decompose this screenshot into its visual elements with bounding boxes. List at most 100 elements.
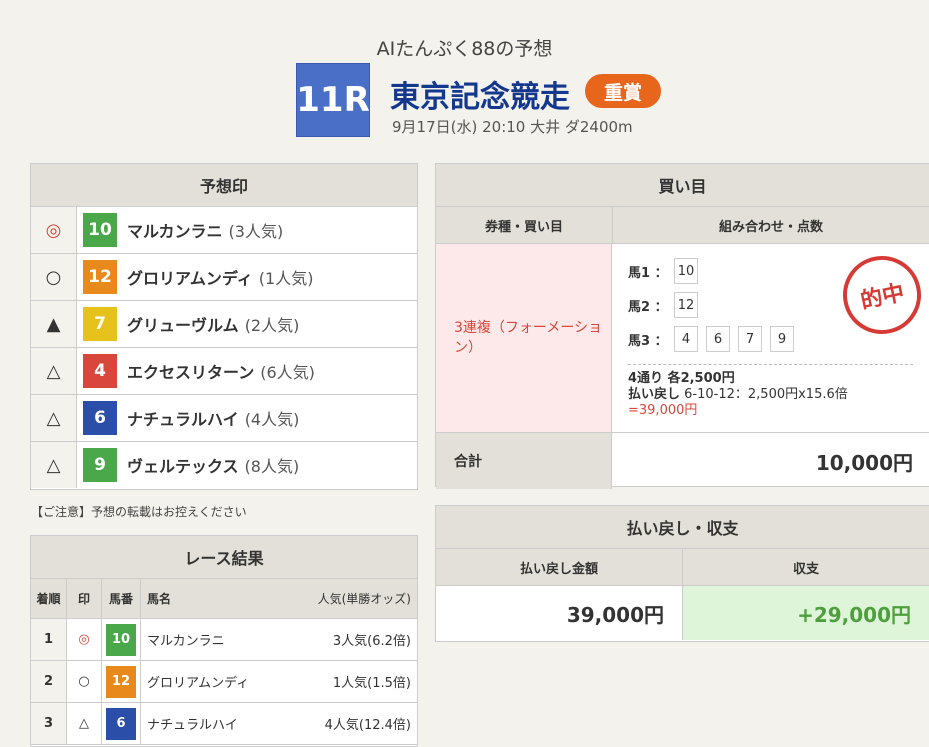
combo-number-box: 12 (674, 292, 698, 318)
combo-number-box: 9 (770, 326, 794, 352)
horse-number-badge: 7 (83, 307, 117, 341)
horse-popularity: (6人気) (260, 363, 315, 382)
horse-number-badge: 10 (83, 213, 117, 247)
result-num-cell: 6 (101, 702, 141, 745)
col-pop: 人気(単勝オッズ) (284, 579, 417, 619)
col-mark: 印 (66, 579, 102, 619)
payout-title: 払い戻し・収支 (436, 506, 929, 549)
result-popularity: 1人気(1.5倍) (284, 660, 417, 703)
payout-result: =39,000円 (628, 403, 698, 418)
payout-panel: 払い戻し・収支 払い戻し金額 収支 39,000円 +29,000円 (435, 505, 929, 642)
horse-name[interactable]: エクセスリターン (127, 359, 254, 383)
result-row: 1 ◎ 10 マルカンラニ 3人気(6.2倍) (31, 618, 417, 661)
result-horse-name[interactable]: ナチュラルハイ (140, 702, 285, 745)
bet-row: 3連複（フォーメーション） 馬1 ： 10 馬2 ： 12 馬3 ： 4679 … (436, 244, 929, 433)
horse-popularity: (1人気) (258, 269, 314, 288)
combo-number-box: 7 (738, 326, 762, 352)
horse-popularity: (3人気) (228, 222, 284, 241)
race-number-badge: 11R (296, 63, 370, 137)
result-rank: 2 (31, 660, 67, 703)
horse3-numbers: 4679 (674, 326, 802, 352)
col-name: 馬名 (140, 579, 285, 619)
prediction-row: △ 6 ナチュラルハイ (4人気) (31, 395, 417, 442)
notice-text: 【ご注意】予想の転載はお控えください (31, 505, 247, 519)
horse3-label: 馬3 ： (628, 333, 668, 349)
prediction-row: ○ 12 グロリアムンディ (1人気) (31, 254, 417, 301)
horse-number-badge: 12 (106, 665, 136, 698)
profit-header: 収支 (792, 561, 819, 577)
prediction-row: △ 9 ヴェルテックス (8人気) (31, 442, 417, 488)
result-rank: 3 (31, 702, 67, 745)
horse-name[interactable]: ヴェルテックス (127, 453, 239, 477)
result-row: 2 ○ 12 グロリアムンディ 1人気(1.5倍) (31, 660, 417, 703)
prediction-mark: △ (31, 442, 77, 488)
horse-name[interactable]: グリューヴルム (127, 312, 239, 336)
bet-combination: 馬1 ： 10 馬2 ： 12 馬3 ： 4679 4通り 各2,500円 払い… (612, 244, 929, 432)
result-mark: ◎ (66, 618, 102, 661)
payout-prefix: 払い戻し (628, 387, 681, 402)
combo-divider (628, 364, 913, 365)
prediction-mark: △ (31, 348, 77, 394)
results-title: レース結果 (31, 536, 417, 579)
prediction-mark: △ (31, 395, 77, 441)
bet-type-header: 券種・買い目 (436, 207, 613, 243)
prediction-row: ▲ 7 グリューヴルム (2人気) (31, 301, 417, 348)
horse1-label: 馬1 ： (628, 265, 668, 281)
horse-number-badge: 12 (83, 260, 117, 294)
payout-amount: 39,000円 (436, 586, 683, 640)
horse-name[interactable]: マルカンラニ (127, 218, 223, 242)
results-panel: レース結果 着順 印 馬番 馬名 人気(単勝オッズ) 1 ◎ 10 マルカンラニ 3人気… (30, 535, 418, 747)
prediction-mark: ◎ (31, 207, 77, 253)
bet-payout-line: 払い戻し 6-10-12：2,500円x15.6倍 (628, 387, 913, 403)
result-popularity: 3人気(6.2倍) (284, 618, 417, 661)
bet-total-row: 合計 10,000円 (436, 433, 929, 489)
col-num: 馬番 (101, 579, 141, 619)
prediction-title: 予想印 (31, 164, 417, 207)
horse-number-badge: 6 (106, 707, 136, 740)
predictor-title: AIたんぷく88の予想 (376, 38, 553, 60)
payout-detail: 6-10-12：2,500円x15.6倍 (684, 387, 848, 402)
bets-header: 券種・買い目 組み合わせ・点数 (436, 207, 929, 244)
grade-badge: 重賞 (585, 74, 661, 108)
results-header-row: 着順 印 馬番 馬名 人気(単勝オッズ) (31, 579, 417, 619)
combo-number-box: 6 (706, 326, 730, 352)
bet-points: 4通り 各2,500円 (628, 371, 735, 386)
result-num-cell: 10 (101, 618, 141, 661)
profit-amount: +29,000円 (683, 586, 929, 640)
horse-number-badge: 9 (83, 448, 117, 482)
prediction-row: ◎ 10 マルカンラニ (3人気) (31, 207, 417, 254)
bets-panel: 買い目 券種・買い目 組み合わせ・点数 3連複（フォーメーション） 馬1 ： 1… (435, 163, 929, 489)
total-value: 10,000円 (815, 450, 913, 475)
prediction-mark: ▲ (31, 301, 77, 347)
horse-popularity: (4人気) (244, 410, 300, 429)
combo-number-box: 10 (674, 258, 698, 284)
horse1-numbers: 10 (674, 258, 706, 284)
horse-popularity: (2人気) (244, 316, 300, 335)
payout-values: 39,000円 +29,000円 (436, 586, 929, 640)
horse-name[interactable]: ナチュラルハイ (127, 406, 239, 430)
horse2-numbers: 12 (674, 292, 706, 318)
horse-name[interactable]: グロリアムンディ (127, 265, 253, 289)
result-horse-name[interactable]: グロリアムンディ (140, 660, 285, 703)
horse-number-badge: 10 (106, 623, 136, 656)
bet-combo-header: 組み合わせ・点数 (718, 219, 823, 235)
horse-popularity: (8人気) (244, 457, 300, 476)
results-table: 着順 印 馬番 馬名 人気(単勝オッズ) 1 ◎ 10 マルカンラニ 3人気(6.2倍)… (31, 579, 417, 745)
payout-header: 払い戻し金額 収支 (436, 549, 929, 586)
result-mark: ○ (66, 660, 102, 703)
payout-amount-header: 払い戻し金額 (436, 549, 683, 585)
prediction-row: △ 4 エクセスリターン (6人気) (31, 348, 417, 395)
prediction-list: ◎ 10 マルカンラニ (3人気) ○ 12 グロリアムンディ (1人気) ▲ 7 グリューヴルム (… (31, 207, 417, 488)
prediction-panel: 予想印 ◎ 10 マルカンラニ (3人気) ○ 12 グロリアムンディ (1人気) ▲ 7 グリュー… (30, 163, 418, 490)
bets-title: 買い目 (436, 164, 929, 207)
col-rank: 着順 (31, 579, 67, 619)
prediction-mark: ○ (31, 254, 77, 300)
race-name: 東京記念競走 (390, 80, 570, 115)
horse2-label: 馬2 ： (628, 299, 668, 315)
result-row: 3 △ 6 ナチュラルハイ 4人気(12.4倍) (31, 702, 417, 745)
result-num-cell: 12 (101, 660, 141, 703)
total-label: 合計 (436, 433, 612, 489)
result-horse-name[interactable]: マルカンラニ (140, 618, 285, 661)
race-info: 9月17日(水) 20:10 大井 ダ2400m (392, 118, 633, 136)
horse-number-badge: 6 (83, 401, 117, 435)
